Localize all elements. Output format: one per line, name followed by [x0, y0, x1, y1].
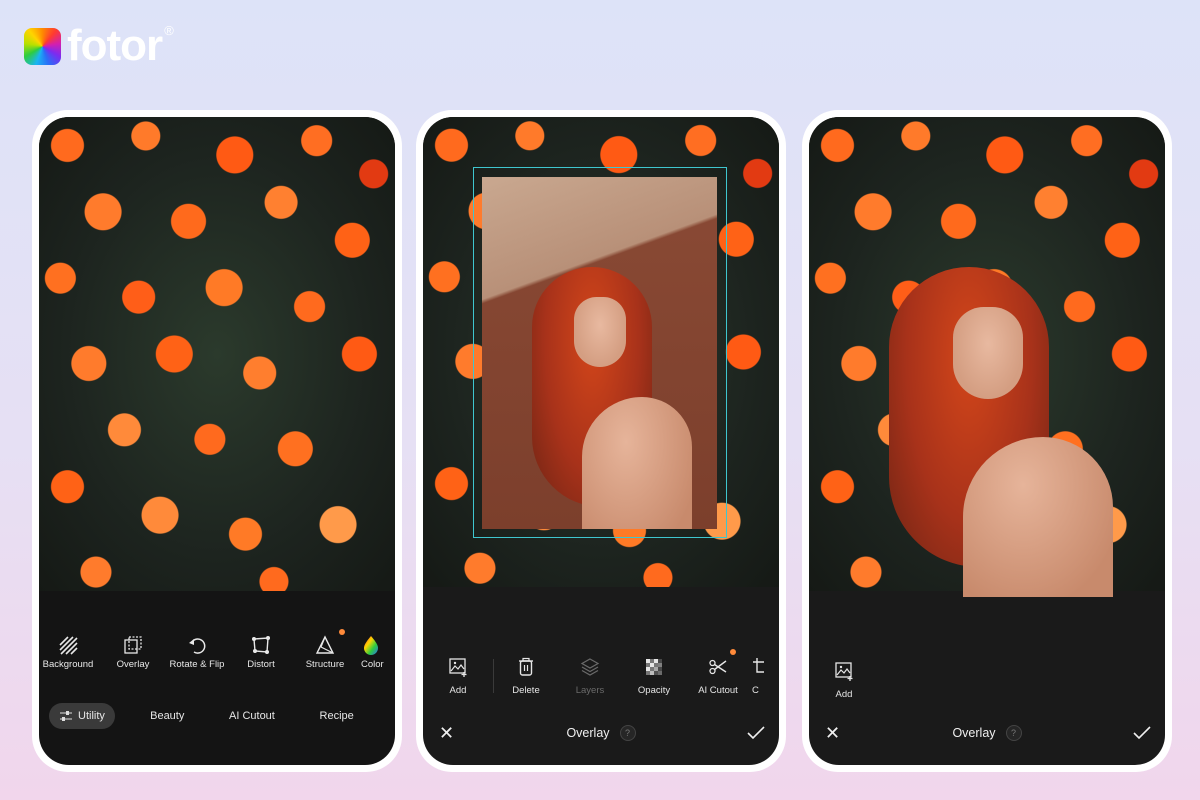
phone-mockup-cutout-result: Add ✕ Overlay ? [802, 110, 1172, 772]
tool-rotate-flip[interactable]: Rotate & Flip [165, 635, 229, 675]
phone-mockup-overlay-added: Add Delete Layers Opacity AI Cutout C ✕ … [416, 110, 786, 772]
opacity-icon [646, 659, 662, 675]
flower-background-photo [39, 117, 395, 591]
new-badge-dot [339, 629, 345, 635]
phone-screen: Add ✕ Overlay ? [809, 117, 1165, 765]
tool-label: C [752, 685, 759, 696]
overlay-tools-row: Add [809, 661, 1165, 705]
phone-screen: Add Delete Layers Opacity AI Cutout C ✕ … [423, 117, 779, 765]
new-badge-dot [730, 649, 736, 655]
tool-structure[interactable]: Structure [293, 629, 357, 675]
overlay-tools-row: Add Delete Layers Opacity AI Cutout C [423, 649, 779, 701]
close-icon[interactable]: ✕ [825, 723, 840, 744]
tool-crop[interactable]: C [750, 657, 764, 701]
tool-color[interactable]: Color [357, 635, 387, 675]
category-tabs: Utility Beauty AI Cutout Recipe [49, 703, 389, 729]
overlay-icon [124, 636, 142, 654]
add-image-icon [449, 658, 467, 677]
tool-label: Delete [512, 685, 540, 696]
add-image-icon [835, 662, 853, 681]
panel-title: Overlay [952, 726, 996, 740]
tool-distort[interactable]: Distort [229, 635, 293, 675]
overlay-selection-box[interactable] [473, 167, 727, 538]
panel-title: Overlay [566, 726, 610, 740]
phone-screen: Background Overlay Rotate & Flip Distort… [39, 117, 395, 765]
close-icon[interactable]: ✕ [439, 723, 454, 744]
help-icon[interactable]: ? [1005, 725, 1022, 741]
color-icon [364, 636, 378, 655]
tab-recipe[interactable]: Recipe [284, 703, 389, 729]
tool-layers[interactable]: Layers [558, 657, 622, 701]
tool-label: Color [361, 659, 384, 670]
utility-tools-row: Background Overlay Rotate & Flip Distort… [39, 629, 395, 675]
tab-label: AI Cutout [229, 710, 275, 722]
tool-label: Layers [575, 685, 605, 696]
registered-mark: ® [164, 22, 174, 38]
cutout-portrait-subject[interactable] [879, 267, 1119, 597]
tool-label: Structure [305, 659, 345, 670]
sliders-icon [60, 711, 72, 721]
brand-name: fotor [67, 21, 163, 70]
tool-overlay[interactable]: Overlay [101, 635, 165, 675]
rotate-icon [189, 638, 206, 654]
scissors-icon [709, 659, 727, 675]
tool-delete[interactable]: Delete [494, 657, 558, 701]
tab-beauty[interactable]: Beauty [115, 703, 220, 729]
tab-utility[interactable]: Utility [49, 703, 115, 729]
bottom-action-bar: ✕ Overlay ? [809, 721, 1165, 745]
distort-icon [252, 636, 270, 654]
help-icon[interactable]: ? [619, 725, 636, 741]
tool-add[interactable]: Add [809, 661, 879, 705]
background-hatch-icon [59, 636, 78, 655]
subject-face [953, 307, 1023, 399]
tool-label: Background [42, 659, 94, 670]
check-icon[interactable] [747, 726, 765, 740]
tool-label: Add [835, 689, 853, 700]
fotor-logo-icon [24, 27, 61, 65]
check-icon[interactable] [1133, 726, 1151, 740]
tool-label: Opacity [637, 685, 671, 696]
trash-icon [519, 657, 533, 676]
tool-add[interactable]: Add [423, 657, 493, 701]
tool-label: Add [449, 685, 467, 696]
tool-background[interactable]: Background [39, 635, 101, 675]
tool-label: AI Cutout [698, 685, 738, 696]
phone-mockup-editor: Background Overlay Rotate & Flip Distort… [32, 110, 402, 772]
tab-label: Beauty [150, 710, 185, 722]
tab-ai-cutout[interactable]: AI Cutout [220, 703, 285, 729]
bottom-action-bar: ✕ Overlay ? [423, 721, 779, 745]
tool-opacity[interactable]: Opacity [622, 657, 686, 701]
tool-label: Rotate & Flip [169, 659, 225, 670]
tool-label: Overlay [116, 659, 150, 670]
fotor-logo: fotor ® [24, 21, 174, 70]
tool-ai-cutout[interactable]: AI Cutout [686, 649, 750, 701]
crop-icon [753, 658, 764, 673]
tab-label: Recipe [319, 710, 354, 722]
layers-icon [580, 658, 600, 676]
tool-label: Distort [247, 659, 275, 670]
structure-icon [315, 635, 335, 654]
subject-shoulder [963, 437, 1113, 597]
tab-label: Utility [78, 710, 105, 722]
